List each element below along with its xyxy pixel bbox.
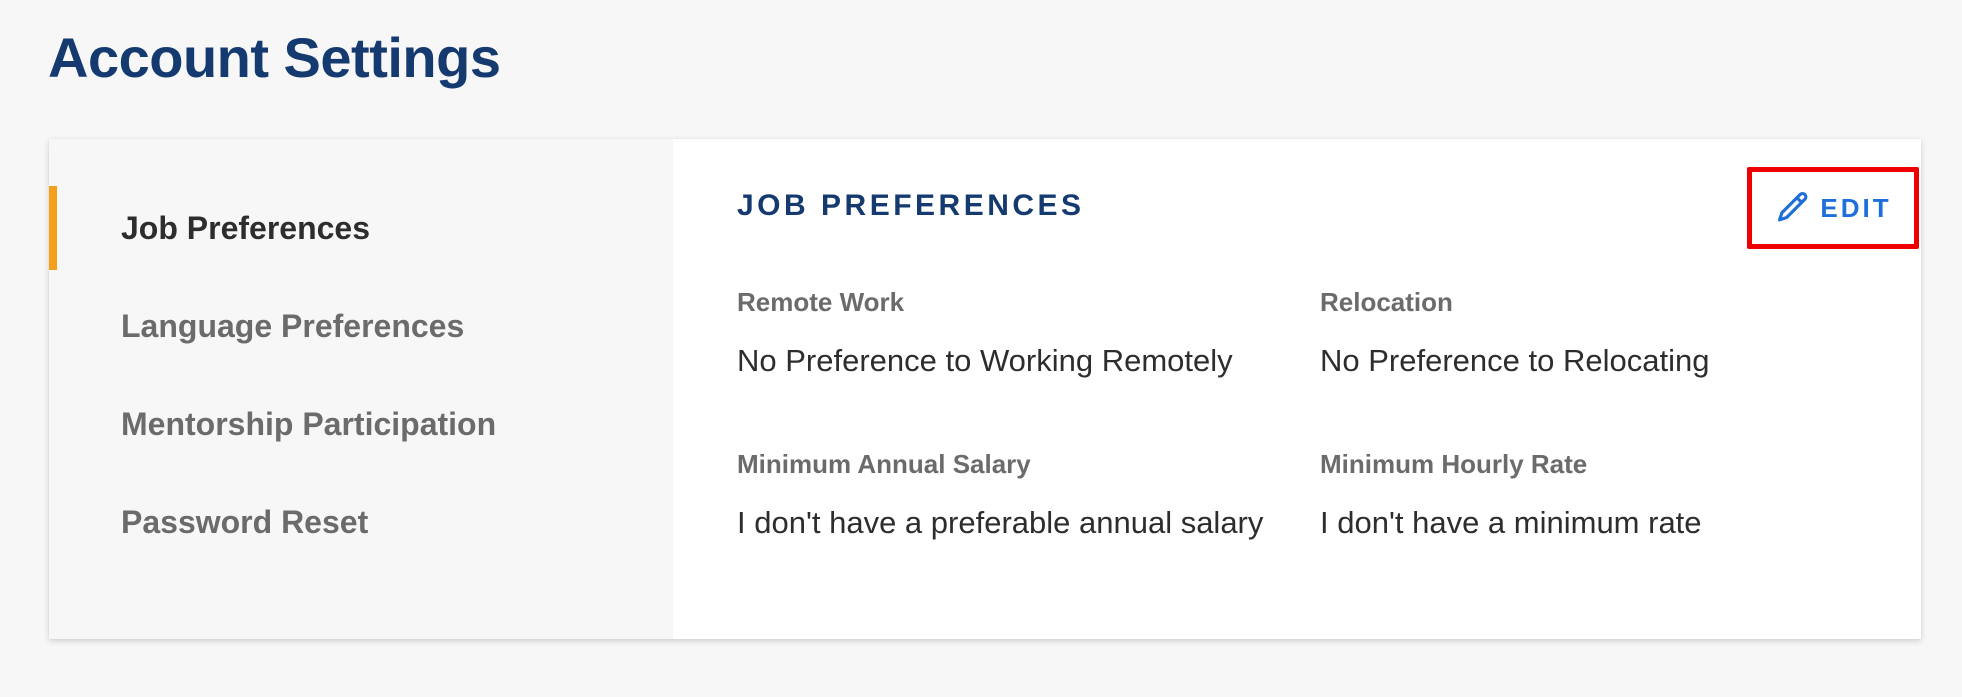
sidebar-item-language-preferences[interactable]: Language Preferences — [49, 284, 673, 368]
sidebar-item-job-preferences[interactable]: Job Preferences — [49, 186, 673, 270]
sidebar-item-label: Job Preferences — [121, 209, 371, 246]
settings-sidebar: Job Preferences Language Preferences Men… — [49, 139, 673, 639]
job-preferences-panel: JOB PREFERENCES EDIT Remote Work No Pref… — [673, 139, 1921, 639]
sidebar-item-password-reset[interactable]: Password Reset — [49, 480, 673, 564]
pencil-icon — [1774, 189, 1812, 227]
field-label: Relocation — [1320, 287, 1453, 317]
field-label: Minimum Hourly Rate — [1320, 449, 1588, 479]
sidebar-item-label: Language Preferences — [121, 307, 465, 344]
sidebar-item-mentorship-participation[interactable]: Mentorship Participation — [49, 382, 673, 466]
section-title: JOB PREFERENCES — [737, 189, 1085, 222]
field-label: Minimum Annual Salary — [737, 449, 1031, 479]
sidebar-item-label: Mentorship Participation — [121, 405, 497, 442]
page-title: Account Settings — [48, 26, 501, 89]
field-value: No Preference to Working Remotely — [737, 343, 1233, 378]
field-label: Remote Work — [737, 287, 905, 317]
field-value: No Preference to Relocating — [1320, 343, 1710, 378]
field-minimum-annual-salary: Minimum Annual Salary I don't have a pre… — [737, 447, 1277, 547]
field-value: I don't have a preferable annual salary — [737, 505, 1264, 540]
field-relocation: Relocation No Preference to Relocating — [1320, 285, 1860, 385]
edit-button-label: EDIT — [1820, 192, 1892, 223]
settings-card: Job Preferences Language Preferences Men… — [49, 139, 1921, 639]
field-minimum-hourly-rate: Minimum Hourly Rate I don't have a minim… — [1320, 447, 1860, 547]
sidebar-item-label: Password Reset — [121, 503, 369, 540]
field-value: I don't have a minimum rate — [1320, 505, 1702, 540]
field-remote-work: Remote Work No Preference to Working Rem… — [737, 285, 1277, 385]
edit-button[interactable]: EDIT — [1747, 167, 1919, 249]
